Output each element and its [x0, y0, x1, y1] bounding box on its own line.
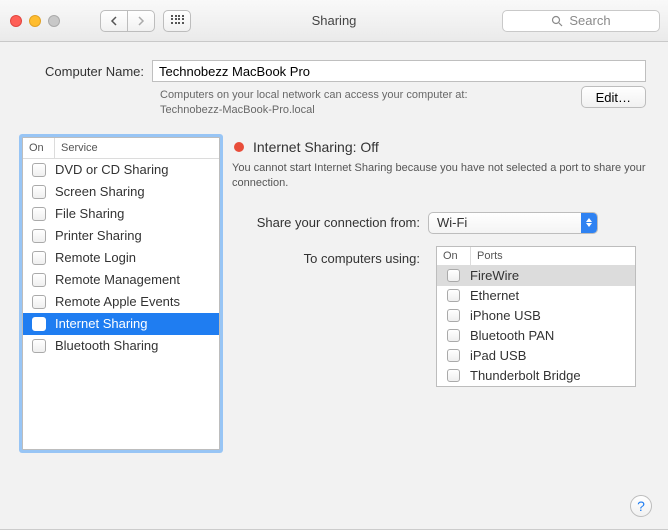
service-row[interactable]: Remote Management — [23, 269, 219, 291]
service-row[interactable]: File Sharing — [23, 203, 219, 225]
search-input[interactable]: Search — [502, 10, 660, 32]
service-label: Internet Sharing — [55, 316, 219, 331]
service-label: File Sharing — [55, 206, 219, 221]
all-preferences-button[interactable] — [163, 10, 191, 32]
question-mark-icon: ? — [637, 498, 645, 514]
service-checkbox[interactable] — [32, 339, 46, 353]
share-from-value: Wi-Fi — [437, 215, 467, 230]
service-row[interactable]: Remote Apple Events — [23, 291, 219, 313]
traffic-lights — [10, 15, 60, 27]
port-row[interactable]: iPhone USB — [437, 306, 635, 326]
port-row[interactable]: Bluetooth PAN — [437, 326, 635, 346]
ports-table-header: On Ports — [437, 247, 635, 266]
port-label: Bluetooth PAN — [470, 328, 554, 343]
port-checkbox[interactable] — [447, 269, 460, 282]
updown-arrows-icon — [581, 213, 597, 233]
port-checkbox[interactable] — [447, 329, 460, 342]
service-label: Bluetooth Sharing — [55, 338, 219, 353]
service-row[interactable]: Bluetooth Sharing — [23, 335, 219, 357]
to-computers-label: To computers using: — [232, 248, 428, 266]
note-line2: Technobezz-MacBook-Pro.local — [160, 104, 315, 116]
service-checkbox[interactable] — [32, 163, 46, 177]
share-from-select[interactable]: Wi-Fi — [428, 212, 598, 234]
chevron-right-icon — [137, 16, 145, 26]
help-button[interactable]: ? — [630, 495, 652, 517]
service-list-header: On Service — [23, 138, 219, 159]
port-checkbox[interactable] — [447, 349, 460, 362]
computer-name-row: Computer Name: — [22, 60, 646, 82]
port-row[interactable]: iPad USB — [437, 346, 635, 366]
service-label: Printer Sharing — [55, 228, 219, 243]
computer-name-input[interactable] — [152, 60, 646, 82]
computer-name-note: Computers on your local network can acce… — [160, 88, 646, 119]
share-from-row: Share your connection from: Wi-Fi — [232, 212, 646, 234]
port-row[interactable]: Ethernet — [437, 286, 635, 306]
service-label: Remote Apple Events — [55, 294, 219, 309]
computer-name-label: Computer Name: — [22, 64, 152, 79]
port-row[interactable]: Thunderbolt Bridge — [437, 366, 635, 386]
service-checkbox[interactable] — [32, 295, 46, 309]
port-label: iPad USB — [470, 348, 526, 363]
minimize-window-button[interactable] — [29, 15, 41, 27]
port-checkbox[interactable] — [447, 369, 460, 382]
chevron-left-icon — [110, 16, 118, 26]
main-area: On Service DVD or CD Sharing Screen Shari… — [22, 137, 646, 450]
port-label: iPhone USB — [470, 308, 541, 323]
service-row[interactable]: DVD or CD Sharing — [23, 159, 219, 181]
sharing-preferences-window: Sharing Search Computer Name: Computers … — [0, 0, 668, 530]
service-checkbox[interactable] — [32, 229, 46, 243]
back-button[interactable] — [100, 10, 128, 32]
close-window-button[interactable] — [10, 15, 22, 27]
ports-name-header[interactable]: Ports — [471, 247, 635, 265]
maximize-window-button — [48, 15, 60, 27]
service-label: Remote Login — [55, 250, 219, 265]
service-label: DVD or CD Sharing — [55, 162, 219, 177]
service-label: Screen Sharing — [55, 184, 219, 199]
grid-icon — [171, 15, 183, 27]
service-checkbox[interactable] — [32, 273, 46, 287]
service-checkbox[interactable] — [32, 317, 46, 331]
content-area: Computer Name: Computers on your local n… — [0, 42, 668, 464]
status-row: Internet Sharing: Off — [232, 139, 646, 155]
ports-table[interactable]: On Ports FireWire Ethernet iPhone USB Bluet… — [436, 246, 636, 387]
service-on-header[interactable]: On — [23, 138, 55, 158]
service-row[interactable]: Screen Sharing — [23, 181, 219, 203]
search-icon — [551, 15, 563, 27]
service-list[interactable]: On Service DVD or CD Sharing Screen Shari… — [22, 137, 220, 450]
status-title: Internet Sharing: Off — [253, 139, 379, 155]
port-row[interactable]: FireWire — [437, 266, 635, 286]
service-checkbox[interactable] — [32, 185, 46, 199]
port-label: FireWire — [470, 268, 519, 283]
note-line1: Computers on your local network can acce… — [160, 89, 468, 101]
service-row[interactable]: Printer Sharing — [23, 225, 219, 247]
detail-panel: Internet Sharing: Off You cannot start I… — [232, 137, 646, 450]
forward-button[interactable] — [127, 10, 155, 32]
share-from-label: Share your connection from: — [232, 215, 428, 230]
service-checkbox[interactable] — [32, 251, 46, 265]
status-indicator-icon — [234, 142, 244, 152]
port-checkbox[interactable] — [447, 289, 460, 302]
ports-on-header[interactable]: On — [437, 247, 471, 265]
port-label: Ethernet — [470, 288, 519, 303]
port-label: Thunderbolt Bridge — [470, 368, 581, 383]
service-checkbox[interactable] — [32, 207, 46, 221]
service-label: Remote Management — [55, 272, 219, 287]
edit-name-button[interactable]: Edit… — [581, 86, 646, 108]
service-name-header[interactable]: Service — [55, 138, 219, 158]
nav-buttons — [100, 10, 155, 32]
status-message: You cannot start Internet Sharing becaus… — [232, 161, 646, 192]
titlebar: Sharing Search — [0, 0, 668, 42]
service-row[interactable]: Internet Sharing — [23, 313, 219, 335]
port-checkbox[interactable] — [447, 309, 460, 322]
service-row[interactable]: Remote Login — [23, 247, 219, 269]
search-placeholder: Search — [569, 13, 610, 28]
